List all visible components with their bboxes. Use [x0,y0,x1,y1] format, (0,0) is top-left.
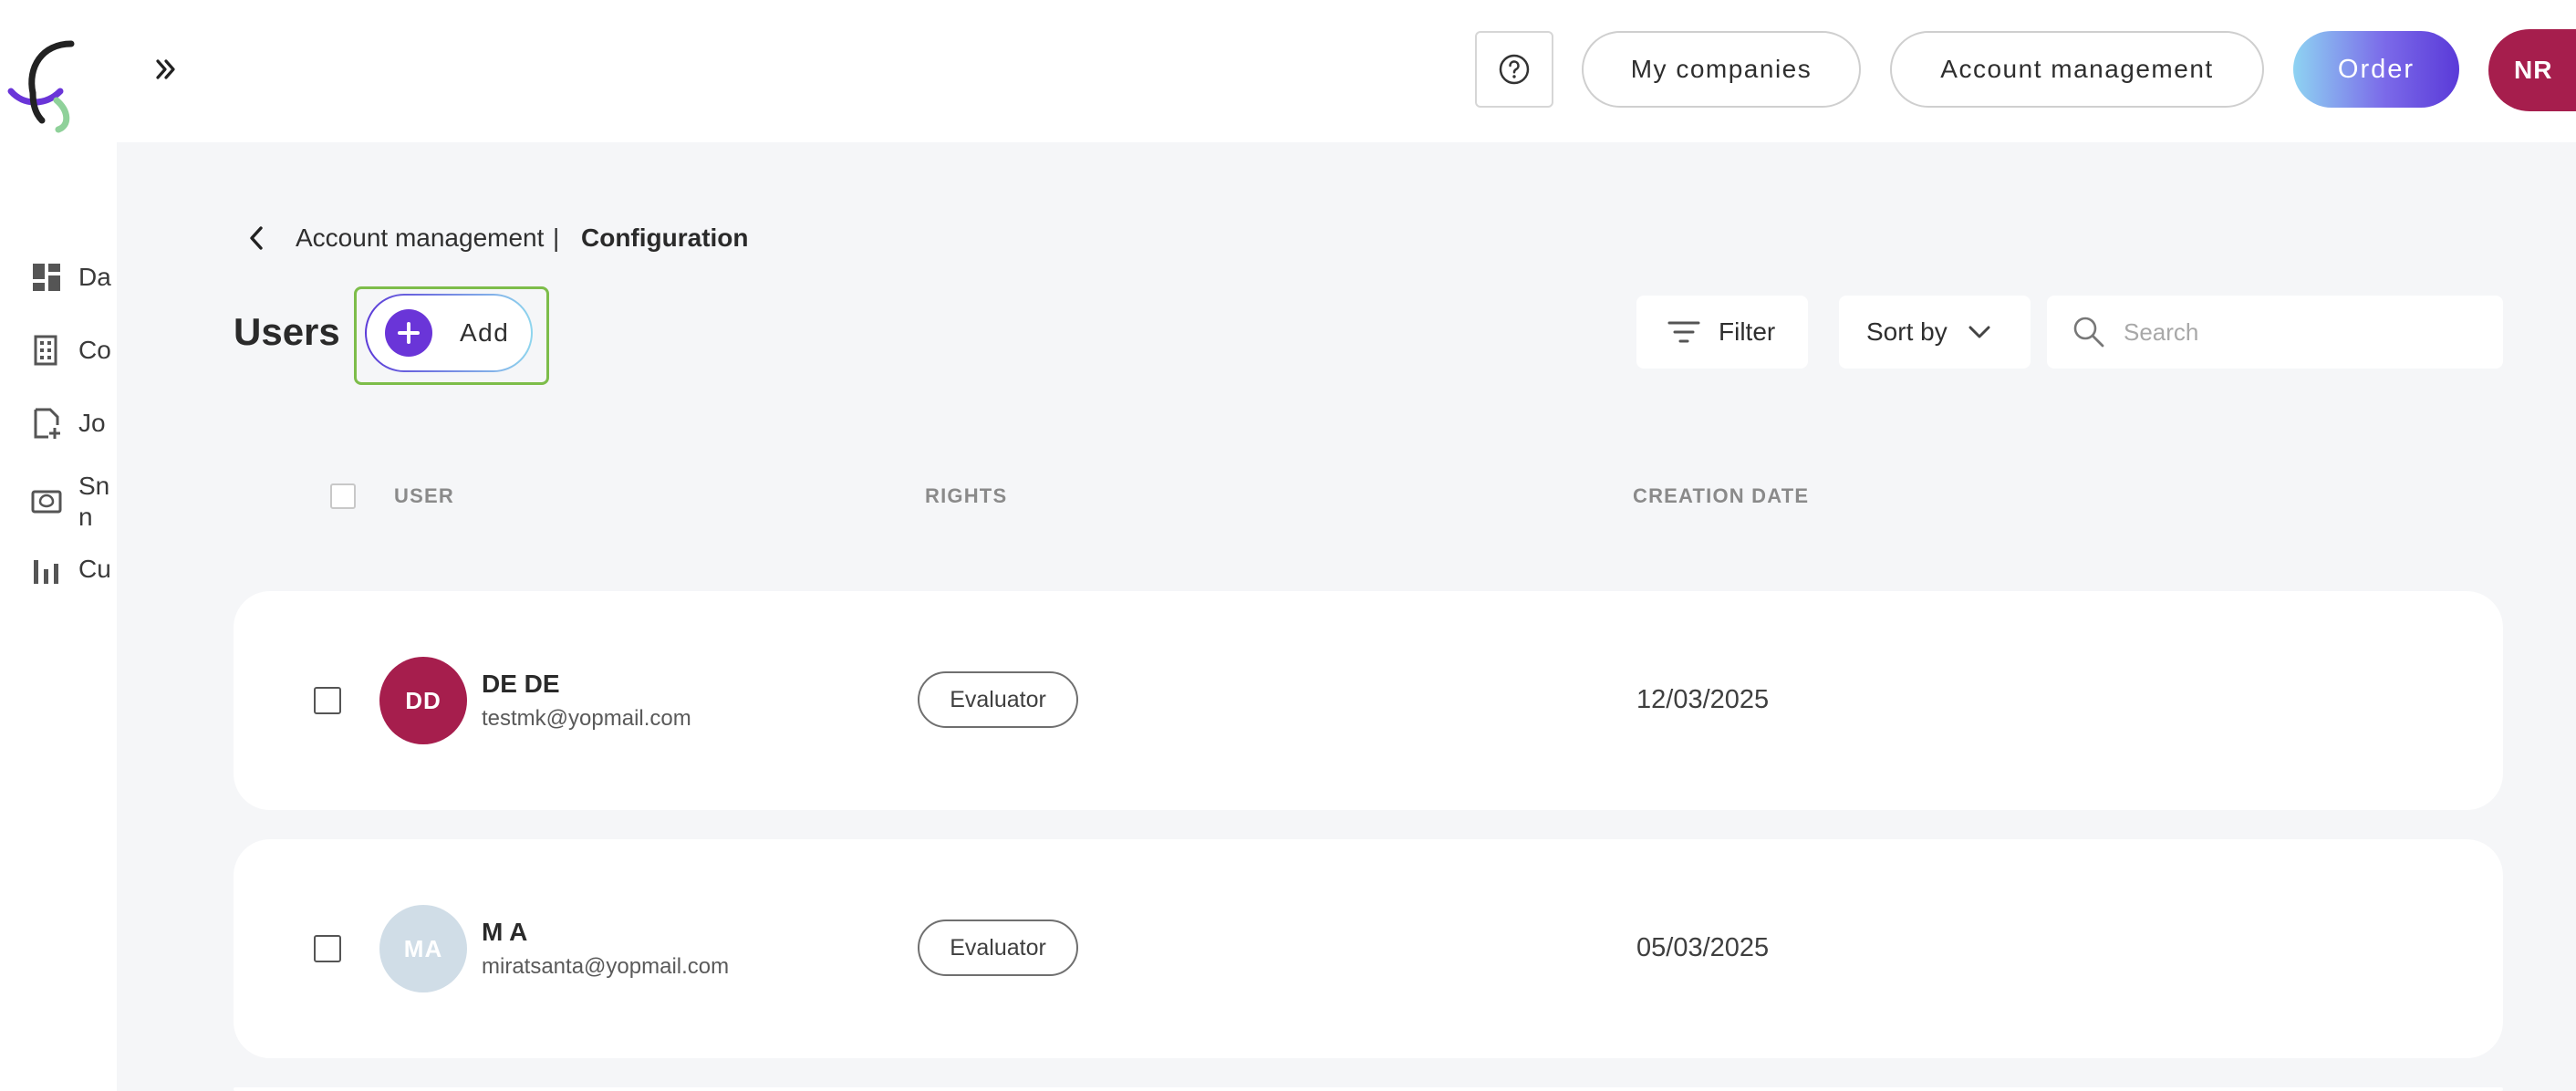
filter-icon [1667,321,1700,343]
table-row[interactable]: DD DE DE testmk@yopmail.com Evaluator 12… [234,591,2503,810]
bar-chart-icon [34,560,58,584]
search-icon [2073,317,2104,348]
user-avatar[interactable]: NR [2488,29,2576,111]
sidebar-item-label: Co [78,336,111,364]
user-name: DE DE [482,670,560,698]
sidebar: Da Co Jo Sn in Cu [0,0,117,1091]
table-row[interactable] [234,1087,2503,1091]
search-bar[interactable] [2047,296,2503,369]
add-user-button[interactable]: Add [365,294,533,372]
sidebar-item-dashboard[interactable]: Da [0,250,117,305]
sidebar-item-custom[interactable]: Cu [0,542,117,597]
expand-sidebar-button[interactable] [146,51,186,88]
sidebar-item-label: Sn in [78,472,117,531]
column-header-creation-date[interactable]: CREATION DATE [1633,484,1809,508]
user-email: miratsanta@yopmail.com [482,954,730,979]
sidebar-item-companies[interactable]: Co [0,323,117,378]
question-circle-icon [1499,54,1530,85]
breadcrumb-separator: | [553,223,560,252]
column-header-user[interactable]: USER [394,484,454,508]
sidebar-item-screen[interactable]: Sn in [0,467,117,536]
rights-badge: Evaluator [918,671,1078,728]
plus-icon [385,309,432,357]
avatar: DD [379,657,467,744]
row-checkbox[interactable] [314,687,341,714]
rights-badge: Evaluator [918,920,1078,976]
sidebar-item-label: Jo [78,409,106,437]
chevron-left-icon [250,226,263,250]
sidebar-item-label: Da [78,263,111,291]
order-button[interactable]: Order [2293,31,2459,108]
account-management-button[interactable]: Account management [1890,31,2264,108]
sort-by-dropdown[interactable]: Sort by [1839,296,2031,369]
sort-label: Sort by [1866,317,1948,346]
filter-label: Filter [1719,317,1776,346]
my-companies-button[interactable]: My companies [1582,31,1861,108]
avatar: MA [379,905,467,992]
row-checkbox[interactable] [314,935,341,962]
chevron-down-icon [1968,326,1990,338]
building-icon [34,335,57,366]
user-email: testmk@yopmail.com [482,706,691,731]
creation-date: 05/03/2025 [1636,933,1770,962]
double-chevron-right-icon [156,59,175,79]
column-header-rights[interactable]: RIGHTS [925,484,1007,508]
screen-icon [31,490,62,514]
document-add-icon [34,408,60,439]
creation-date: 12/03/2025 [1636,685,1770,714]
select-all-checkbox[interactable] [330,483,356,509]
page-title: Users [234,310,340,353]
breadcrumb-current: Configuration [581,223,749,252]
sidebar-item-label: Cu [78,555,111,583]
add-label: Add [460,318,510,347]
help-button[interactable] [1475,31,1553,108]
search-input[interactable] [2124,317,2470,347]
dashboard-icon [33,264,60,291]
sidebar-item-jobs[interactable]: Jo [0,396,117,451]
app-logo[interactable] [5,36,82,133]
back-button[interactable] [241,223,272,254]
breadcrumb-parent[interactable]: Account management [296,223,544,254]
filter-button[interactable]: Filter [1636,296,1808,369]
user-name: M A [482,918,528,946]
table-row[interactable]: MA M A miratsanta@yopmail.com Evaluator … [234,839,2503,1058]
